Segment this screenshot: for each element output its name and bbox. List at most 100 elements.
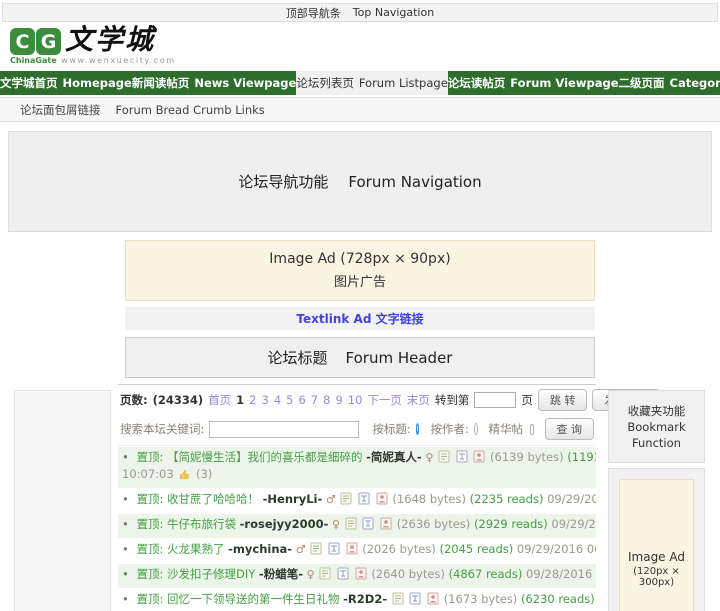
tab-category-page[interactable]: 二级页面 Category Page [619, 71, 720, 95]
pinned-label: 置顶: [136, 542, 164, 556]
doc-icon[interactable] [345, 517, 357, 534]
forum-nav-label-en: Forum Navigation [348, 172, 482, 191]
leaderboard-ad-label: 图片广告 [333, 275, 386, 290]
page-link-2[interactable]: 2 [249, 393, 256, 407]
page-total: (24334) [152, 393, 204, 407]
current-page: 1 [236, 393, 245, 407]
next-page-link[interactable]: 下一页 [367, 392, 402, 408]
thread-title-link[interactable]: 回忆一下领导送的第一件生日礼物 [167, 592, 340, 606]
top-nav-label-en: Top Navigation [352, 6, 435, 19]
first-page-link[interactable]: 首页 [208, 392, 231, 408]
text-post-icon[interactable] [409, 592, 421, 609]
user-icon[interactable] [376, 492, 388, 509]
last-page-link[interactable]: 末页 [407, 392, 430, 408]
forum-header-label-zh: 论坛标题 [267, 349, 328, 367]
text-post-icon[interactable] [362, 517, 374, 534]
forum-list: 页数: (24334) 首页 1 2 3 4 5 6 7 8 9 10 下一页 … [118, 384, 661, 611]
text-post-icon[interactable] [456, 450, 468, 467]
jump-button[interactable]: 跳 转 [537, 389, 588, 411]
thread-title-link[interactable]: 收甘蔗了哈哈哈！ [167, 492, 259, 506]
doc-icon[interactable] [319, 567, 331, 584]
by-title-radio[interactable] [415, 423, 420, 435]
page-link-10[interactable]: 10 [348, 393, 363, 407]
doc-icon[interactable] [392, 592, 404, 609]
pinned-label: 置顶: [136, 567, 164, 581]
tab-news-viewpage[interactable]: 新闻读帖页 News Viewpage [132, 71, 296, 95]
sidebar-ad-slot: Image Ad (120px × 300px) 图片广告 [608, 468, 705, 611]
text-post-icon[interactable] [337, 567, 349, 584]
bookmark-function-box[interactable]: 收藏夹功能 Bookmark Function [608, 390, 705, 463]
pagination-bar: 页数: (24334) 首页 1 2 3 4 5 6 7 8 9 10 下一页 … [118, 384, 661, 414]
doc-icon[interactable] [310, 542, 322, 559]
thread-row: 置顶: 牛仔布旅行袋 -rosejyy2000- ♀ (2636 bytes) … [118, 514, 596, 538]
thread-title-link[interactable]: 火龙果熟了 [167, 542, 225, 556]
by-author-radio[interactable] [473, 423, 478, 435]
page-count-label: 页数: [120, 393, 148, 407]
male-icon: ♂ [325, 493, 336, 506]
page-link-9[interactable]: 9 [335, 393, 342, 407]
goto-unit: 页 [521, 393, 533, 407]
user-icon[interactable] [355, 567, 367, 584]
thread-author-link[interactable]: -R2D2- [343, 592, 387, 606]
doc-icon[interactable] [340, 492, 352, 509]
female-icon: ♀ [425, 451, 434, 464]
user-icon[interactable] [473, 450, 485, 467]
page-link-4[interactable]: 4 [274, 393, 281, 407]
top-nav-label-zh: 顶部导航条 [285, 6, 341, 20]
query-button[interactable]: 查 询 [544, 418, 595, 440]
textlink-ad[interactable]: Textlink Ad 文字链接 [125, 307, 595, 330]
tab-forum-listpage[interactable]: 论坛列表页 Forum Listpage [296, 71, 448, 95]
goto-page-input[interactable] [474, 392, 517, 408]
thread-author-link[interactable]: -粉蜡笔- [259, 567, 303, 581]
header: C G 文学城 ChinaGate www.wenxuecity.com [0, 22, 720, 70]
doc-icon[interactable] [438, 450, 450, 467]
by-title-label: 按标题: [372, 422, 411, 436]
tab-forum-viewpage[interactable]: 论坛读帖页 Forum Viewpage [448, 71, 619, 95]
by-author-label: 按作者: [430, 422, 469, 436]
leaderboard-ad-size: Image Ad (728px × 90px) [269, 251, 451, 267]
thread-row: 置顶: 收甘蔗了哈哈哈！ -HenryLi- ♂ (1648 bytes) (2… [118, 489, 596, 513]
elite-label: 精华帖 [488, 422, 524, 436]
thread-author-link[interactable]: -简妮真人- [366, 450, 422, 464]
top-navigation-bar: 顶部导航条 Top Navigation [2, 3, 718, 22]
page-link-5[interactable]: 5 [286, 393, 293, 407]
page-link-8[interactable]: 8 [323, 393, 330, 407]
female-icon: ♀ [306, 568, 315, 581]
thumbs-up-icon [179, 469, 190, 484]
male-icon: ♂ [295, 543, 306, 556]
right-sidebar: 收藏夹功能 Bookmark Function Image Ad (120px … [608, 390, 705, 611]
thread-title-link[interactable]: 【简妮慢生活】我们的喜乐都是细碎的 [167, 450, 363, 464]
tab-homepage[interactable]: 文学城首页 Homepage [0, 71, 132, 95]
page-link-3[interactable]: 3 [261, 393, 268, 407]
user-icon[interactable] [427, 592, 439, 609]
search-input[interactable] [209, 420, 360, 438]
text-post-icon[interactable] [358, 492, 370, 509]
goto-label: 转到第 [434, 393, 470, 407]
text-post-icon[interactable] [328, 542, 340, 559]
thread-row: 置顶: 沙发扣子修理DIY -粉蜡笔- ♀ (2640 bytes) (4867… [118, 564, 596, 588]
user-icon[interactable] [346, 542, 358, 559]
main-navbar: 文学城首页 Homepage 新闻读帖页 News Viewpage 论坛列表页… [0, 71, 720, 95]
logo-brand: ChinaGate [10, 56, 57, 65]
site-logo[interactable]: C G 文学城 ChinaGate www.wenxuecity.com [10, 25, 176, 65]
leaderboard-ad[interactable]: Image Ad (728px × 90px) 图片广告 [125, 240, 595, 301]
thread-author-link[interactable]: -mychina- [228, 542, 292, 556]
pinned-label: 置顶: [136, 517, 164, 531]
forum-header-label-en: Forum Header [345, 348, 453, 367]
sidebar-image-ad[interactable]: Image Ad (120px × 300px) 图片广告 [619, 479, 694, 611]
thread-title-link[interactable]: 牛仔布旅行袋 [167, 517, 236, 531]
pinned-label: 置顶: [136, 492, 164, 506]
thread-author-link[interactable]: -rosejyy2000- [240, 517, 329, 531]
page-link-7[interactable]: 7 [311, 393, 318, 407]
user-icon[interactable] [380, 517, 392, 534]
breadcrumb-label-zh: 论坛面包屑链接 [20, 102, 101, 117]
page-link-6[interactable]: 6 [298, 393, 305, 407]
search-label: 搜索本坛关键词: [120, 422, 205, 436]
elite-checkbox[interactable] [530, 423, 534, 435]
site-name: 文学城 [65, 23, 156, 56]
breadcrumb[interactable]: 论坛面包屑链接 Forum Bread Crumb Links [0, 97, 720, 122]
thread-title-link[interactable]: 沙发扣子修理DIY [167, 567, 255, 581]
thread-row: 置顶: 【简妮慢生活】我们的喜乐都是细碎的 -简妮真人- ♀ (6139 byt… [118, 447, 596, 488]
left-placeholder-box [14, 390, 111, 611]
thread-author-link[interactable]: -HenryLi- [263, 492, 323, 506]
